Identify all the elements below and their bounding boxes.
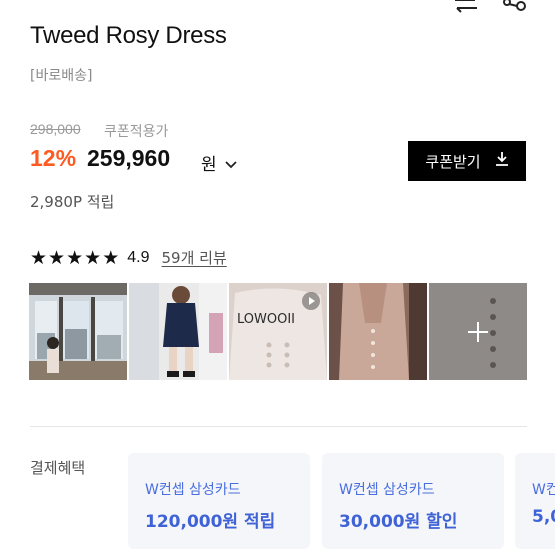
star-icon: ★ — [30, 246, 48, 269]
benefit-card[interactable]: W컨셉 삼성카드 120,000원 적립 — [128, 453, 310, 549]
star-icon: ★ — [48, 246, 66, 269]
chevron-down-icon[interactable] — [225, 155, 237, 174]
star-icon: ★ — [84, 246, 102, 269]
star-icon: ★ — [102, 246, 120, 269]
sale-price: 259,960 — [87, 145, 171, 171]
benefit-card-name: W컨셉 삼성카드 — [145, 482, 241, 498]
review-count-link[interactable]: 59개 리뷰 — [161, 247, 226, 268]
benefit-card-name: W컨셉 삼성카드 — [339, 482, 435, 498]
discount-rate: 12% — [30, 145, 77, 171]
review-photo-navy-dress[interactable] — [129, 283, 227, 380]
review-photo-gallery: LOWOOII — [29, 283, 527, 380]
benefit-card-amount: 120,000원 적립 — [145, 512, 276, 532]
swap-icon[interactable] — [453, 0, 479, 14]
review-photo-window[interactable] — [29, 283, 127, 380]
currency-unit[interactable]: 원 — [201, 150, 217, 175]
product-title: Tweed Rosy Dress — [30, 22, 227, 49]
coupon-button-label: 쿠폰받기 — [425, 152, 481, 171]
video-brand-text: LOWOOII — [237, 312, 295, 327]
review-photo-more[interactable] — [429, 283, 527, 380]
payment-benefits-label: 결제혜택 — [30, 459, 86, 477]
product-detail-page: Tweed Rosy Dress [바로배송] 298,000 쿠폰적용가 12… — [0, 0, 555, 555]
header-icons — [453, 0, 527, 14]
review-video-thumbnail[interactable]: LOWOOII — [229, 283, 327, 380]
plus-icon[interactable] — [466, 320, 490, 348]
benefit-card-amount: 30,000원 할인 — [339, 512, 458, 532]
original-price: 298,000 — [30, 121, 81, 137]
benefit-card-amount: 5,0 — [532, 507, 555, 527]
shipping-tag: [바로배송] — [30, 68, 93, 84]
share-icon[interactable] — [501, 0, 527, 14]
section-divider — [30, 426, 527, 427]
rating-row: ★ ★ ★ ★ ★ 4.9 59개 리뷰 — [30, 247, 227, 268]
download-icon — [495, 151, 509, 171]
coupon-price-note: 쿠폰적용가 — [104, 124, 169, 140]
benefit-card-name: W컨 — [532, 482, 555, 498]
star-icon: ★ — [66, 246, 84, 269]
rating-stars: ★ ★ ★ ★ ★ — [30, 248, 119, 268]
review-photo-dress-detail[interactable] — [329, 283, 427, 380]
benefit-card[interactable]: W컨셉 삼성카드 30,000원 할인 — [322, 453, 504, 549]
play-icon[interactable] — [301, 291, 321, 315]
reward-points: 2,980P 적립 — [30, 193, 115, 211]
get-coupon-button[interactable]: 쿠폰받기 — [408, 141, 526, 181]
benefit-card[interactable]: W컨 5,0 — [515, 453, 555, 549]
rating-score: 4.9 — [127, 248, 150, 266]
